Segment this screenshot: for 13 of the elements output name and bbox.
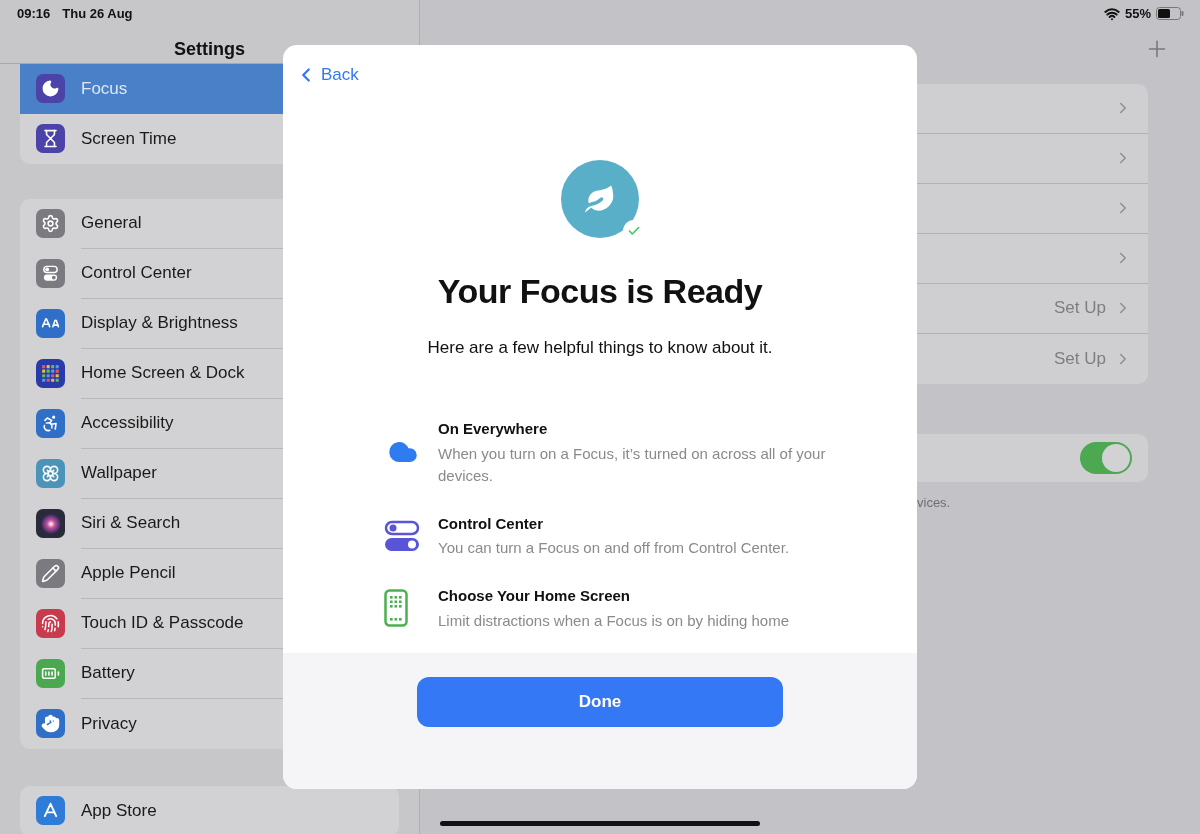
feature-title: Control Center — [438, 513, 544, 534]
feature-description: When you turn on a Focus, it’s turned on across all of your devices. — [438, 443, 827, 486]
feature-description: Limit distractions when a Focus is on by hiding home — [438, 610, 789, 631]
feature-title: Choose Your Home Screen — [438, 586, 631, 606]
modal-subtitle: Here are a few helpful things to know about it. — [427, 336, 773, 359]
status-time: 09:16 — [17, 5, 51, 23]
modal-title: Your Focus is Ready — [437, 270, 763, 312]
feature-title: On Everywhere — [438, 419, 549, 439]
feature-description: You can turn a Focus on and off from Control Center. — [438, 538, 790, 558]
battery-percent: 55% — [1124, 5, 1151, 23]
sidebar-title: Settings — [174, 37, 245, 61]
footnote-text: vices. — [917, 494, 951, 510]
status-date: Thu 26 Aug — [62, 5, 133, 23]
